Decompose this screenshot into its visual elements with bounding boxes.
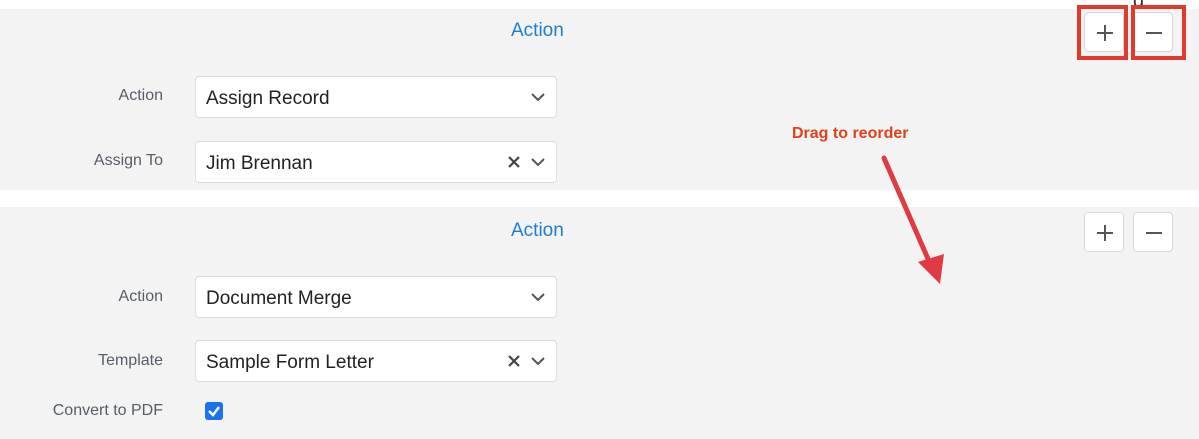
action-block-1-title: Action: [511, 20, 564, 41]
drag-to-reorder-annotation: Drag to reorder: [792, 125, 909, 142]
action-select-value: Assign Record: [206, 88, 330, 109]
chevron-down-icon: [531, 158, 545, 167]
assign-to-select[interactable]: Jim Brennan: [195, 141, 557, 183]
assign-to-label: Assign To: [93, 152, 163, 169]
assign-to-value: Jim Brennan: [206, 153, 313, 174]
action-select-value: Document Merge: [206, 288, 352, 309]
chevron-down-icon: [531, 93, 545, 102]
template-label: Template: [98, 352, 163, 369]
action-block-2: [0, 207, 1199, 439]
clear-icon[interactable]: [506, 353, 522, 369]
plus-icon: [1097, 225, 1113, 241]
clear-icon[interactable]: [506, 154, 522, 170]
highlight-remove-button: [1131, 5, 1186, 60]
action-block-1: [0, 9, 1199, 190]
template-select[interactable]: Sample Form Letter: [195, 340, 557, 382]
action-block-2-title: Action: [511, 220, 564, 241]
action-label: Action: [118, 87, 163, 104]
add-action-button-2[interactable]: [1084, 212, 1124, 252]
remove-action-button-2[interactable]: [1133, 212, 1173, 252]
check-icon: [208, 406, 220, 417]
action-select-1[interactable]: Assign Record: [195, 76, 557, 118]
highlight-add-button: [1077, 5, 1128, 60]
action-label: Action: [118, 288, 163, 305]
template-value: Sample Form Letter: [206, 352, 374, 373]
convert-to-pdf-checkbox[interactable]: [205, 402, 223, 420]
chevron-down-icon: [531, 357, 545, 366]
minus-icon: [1146, 232, 1162, 234]
convert-to-pdf-label: Convert to PDF: [52, 402, 163, 419]
action-select-2[interactable]: Document Merge: [195, 276, 557, 318]
arrow-icon: [881, 155, 944, 284]
chevron-down-icon: [531, 293, 545, 302]
